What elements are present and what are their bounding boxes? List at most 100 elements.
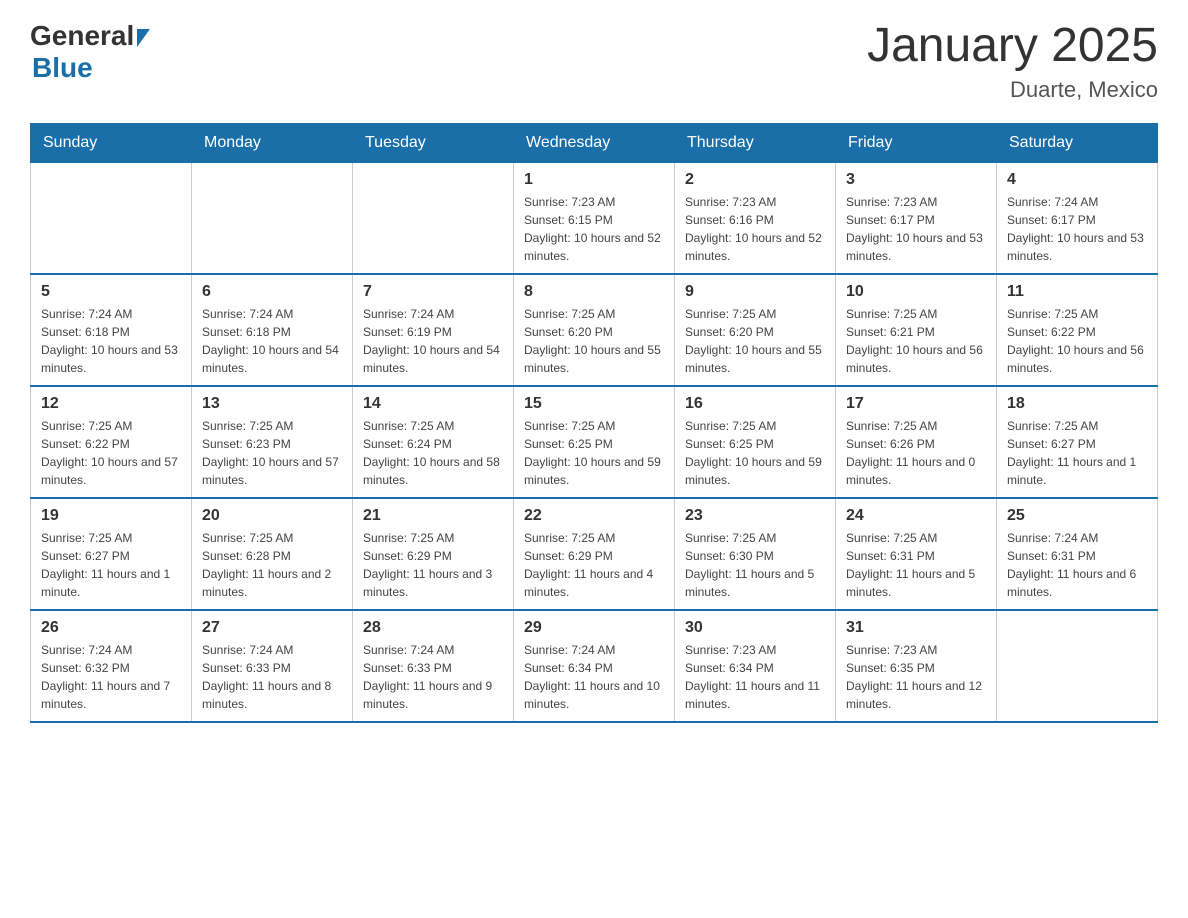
day-number: 5 <box>41 283 181 301</box>
calendar-cell: 24Sunrise: 7:25 AMSunset: 6:31 PMDayligh… <box>836 498 997 610</box>
day-info: Sunrise: 7:25 AMSunset: 6:30 PMDaylight:… <box>685 529 825 601</box>
day-of-week-header: Saturday <box>997 123 1158 162</box>
calendar-cell: 15 Sunrise: 7:25 AMSunset: 6:25 PMDayligh… <box>514 386 675 498</box>
calendar-week-row: 12 Sunrise: 7:25 AMSunset: 6:22 PMDayligh… <box>31 386 1158 498</box>
day-number: 19 <box>41 507 181 525</box>
calendar-cell: 12 Sunrise: 7:25 AMSunset: 6:22 PMDayligh… <box>31 386 192 498</box>
day-info: Sunrise: 7:25 AMSunset: 6:25 PMDaylight:… <box>524 417 664 489</box>
day-info: Sunrise: 7:25 AMSunset: 6:26 PMDaylight:… <box>846 417 986 489</box>
day-info: Sunrise: 7:25 AMSunset: 6:23 PMDaylight:… <box>202 417 342 489</box>
logo: General Blue <box>30 20 150 84</box>
day-number: 2 <box>685 171 825 189</box>
day-info: Sunrise: 7:25 AMSunset: 6:27 PMDaylight:… <box>41 529 181 601</box>
day-of-week-header: Sunday <box>31 123 192 162</box>
calendar-cell <box>997 610 1158 722</box>
day-info: Sunrise: 7:25 AMSunset: 6:29 PMDaylight:… <box>524 529 664 601</box>
calendar-cell: 4 Sunrise: 7:24 AMSunset: 6:17 PMDaylight… <box>997 162 1158 274</box>
day-number: 26 <box>41 619 181 637</box>
day-info: Sunrise: 7:24 AMSunset: 6:33 PMDaylight:… <box>202 641 342 713</box>
logo-blue: Blue <box>32 52 93 83</box>
day-number: 22 <box>524 507 664 525</box>
title-section: January 2025 Duarte, Mexico <box>867 20 1158 103</box>
day-info: Sunrise: 7:25 AMSunset: 6:20 PMDaylight:… <box>524 305 664 377</box>
day-of-week-header: Thursday <box>675 123 836 162</box>
calendar-title: January 2025 <box>867 20 1158 73</box>
day-number: 21 <box>363 507 503 525</box>
day-info: Sunrise: 7:23 AMSunset: 6:15 PMDaylight:… <box>524 193 664 265</box>
calendar-week-row: 5 Sunrise: 7:24 AMSunset: 6:18 PMDaylight… <box>31 274 1158 386</box>
calendar-cell: 16Sunrise: 7:25 AMSunset: 6:25 PMDayligh… <box>675 386 836 498</box>
calendar-cell: 20 Sunrise: 7:25 AMSunset: 6:28 PMDayligh… <box>192 498 353 610</box>
day-info: Sunrise: 7:23 AMSunset: 6:34 PMDaylight:… <box>685 641 825 713</box>
calendar-cell: 1 Sunrise: 7:23 AMSunset: 6:15 PMDaylight… <box>514 162 675 274</box>
calendar-cell: 7Sunrise: 7:24 AMSunset: 6:19 PMDaylight… <box>353 274 514 386</box>
calendar-cell <box>31 162 192 274</box>
calendar-week-row: 1 Sunrise: 7:23 AMSunset: 6:15 PMDaylight… <box>31 162 1158 274</box>
calendar-cell: 29Sunrise: 7:24 AMSunset: 6:34 PMDayligh… <box>514 610 675 722</box>
day-number: 25 <box>1007 507 1147 525</box>
page-header: General Blue January 2025 Duarte, Mexico <box>30 20 1158 103</box>
day-number: 18 <box>1007 395 1147 413</box>
day-number: 11 <box>1007 283 1147 301</box>
day-number: 17 <box>846 395 986 413</box>
calendar-cell: 14 Sunrise: 7:25 AMSunset: 6:24 PMDayligh… <box>353 386 514 498</box>
calendar-cell: 2 Sunrise: 7:23 AMSunset: 6:16 PMDaylight… <box>675 162 836 274</box>
calendar-cell: 25 Sunrise: 7:24 AMSunset: 6:31 PMDayligh… <box>997 498 1158 610</box>
day-number: 4 <box>1007 171 1147 189</box>
calendar-cell <box>192 162 353 274</box>
day-number: 1 <box>524 171 664 189</box>
day-number: 16 <box>685 395 825 413</box>
day-info: Sunrise: 7:24 AMSunset: 6:33 PMDaylight:… <box>363 641 503 713</box>
day-info: Sunrise: 7:24 AMSunset: 6:18 PMDaylight:… <box>202 305 342 377</box>
calendar-table: SundayMondayTuesdayWednesdayThursdayFrid… <box>30 123 1158 723</box>
day-info: Sunrise: 7:24 AMSunset: 6:31 PMDaylight:… <box>1007 529 1147 601</box>
day-number: 15 <box>524 395 664 413</box>
day-info: Sunrise: 7:24 AMSunset: 6:18 PMDaylight:… <box>41 305 181 377</box>
calendar-cell: 23 Sunrise: 7:25 AMSunset: 6:30 PMDayligh… <box>675 498 836 610</box>
day-number: 13 <box>202 395 342 413</box>
day-of-week-header: Monday <box>192 123 353 162</box>
day-of-week-header: Wednesday <box>514 123 675 162</box>
day-number: 8 <box>524 283 664 301</box>
calendar-cell: 26 Sunrise: 7:24 AMSunset: 6:32 PMDayligh… <box>31 610 192 722</box>
day-number: 20 <box>202 507 342 525</box>
logo-triangle-icon <box>137 29 150 47</box>
calendar-header-row: SundayMondayTuesdayWednesdayThursdayFrid… <box>31 123 1158 162</box>
day-number: 6 <box>202 283 342 301</box>
day-number: 10 <box>846 283 986 301</box>
day-number: 29 <box>524 619 664 637</box>
day-number: 23 <box>685 507 825 525</box>
calendar-cell: 31Sunrise: 7:23 AMSunset: 6:35 PMDayligh… <box>836 610 997 722</box>
day-number: 14 <box>363 395 503 413</box>
day-info: Sunrise: 7:24 AMSunset: 6:19 PMDaylight:… <box>363 305 503 377</box>
day-info: Sunrise: 7:23 AMSunset: 6:16 PMDaylight:… <box>685 193 825 265</box>
calendar-cell: 18 Sunrise: 7:25 AMSunset: 6:27 PMDayligh… <box>997 386 1158 498</box>
day-of-week-header: Friday <box>836 123 997 162</box>
calendar-location: Duarte, Mexico <box>867 77 1158 103</box>
day-number: 27 <box>202 619 342 637</box>
day-info: Sunrise: 7:25 AMSunset: 6:28 PMDaylight:… <box>202 529 342 601</box>
calendar-week-row: 19 Sunrise: 7:25 AMSunset: 6:27 PMDayligh… <box>31 498 1158 610</box>
day-number: 24 <box>846 507 986 525</box>
calendar-cell: 6 Sunrise: 7:24 AMSunset: 6:18 PMDaylight… <box>192 274 353 386</box>
day-number: 30 <box>685 619 825 637</box>
calendar-cell: 27 Sunrise: 7:24 AMSunset: 6:33 PMDayligh… <box>192 610 353 722</box>
calendar-week-row: 26 Sunrise: 7:24 AMSunset: 6:32 PMDayligh… <box>31 610 1158 722</box>
calendar-cell <box>353 162 514 274</box>
calendar-cell: 10Sunrise: 7:25 AMSunset: 6:21 PMDayligh… <box>836 274 997 386</box>
day-info: Sunrise: 7:24 AMSunset: 6:32 PMDaylight:… <box>41 641 181 713</box>
calendar-cell: 19 Sunrise: 7:25 AMSunset: 6:27 PMDayligh… <box>31 498 192 610</box>
calendar-cell: 30 Sunrise: 7:23 AMSunset: 6:34 PMDayligh… <box>675 610 836 722</box>
day-number: 31 <box>846 619 986 637</box>
day-info: Sunrise: 7:25 AMSunset: 6:22 PMDaylight:… <box>41 417 181 489</box>
day-info: Sunrise: 7:25 AMSunset: 6:24 PMDaylight:… <box>363 417 503 489</box>
calendar-cell: 8 Sunrise: 7:25 AMSunset: 6:20 PMDaylight… <box>514 274 675 386</box>
day-info: Sunrise: 7:25 AMSunset: 6:29 PMDaylight:… <box>363 529 503 601</box>
calendar-cell: 9Sunrise: 7:25 AMSunset: 6:20 PMDaylight… <box>675 274 836 386</box>
calendar-cell: 13 Sunrise: 7:25 AMSunset: 6:23 PMDayligh… <box>192 386 353 498</box>
calendar-cell: 28Sunrise: 7:24 AMSunset: 6:33 PMDayligh… <box>353 610 514 722</box>
day-info: Sunrise: 7:24 AMSunset: 6:17 PMDaylight:… <box>1007 193 1147 265</box>
day-info: Sunrise: 7:25 AMSunset: 6:27 PMDaylight:… <box>1007 417 1147 489</box>
day-number: 12 <box>41 395 181 413</box>
calendar-cell: 21 Sunrise: 7:25 AMSunset: 6:29 PMDayligh… <box>353 498 514 610</box>
